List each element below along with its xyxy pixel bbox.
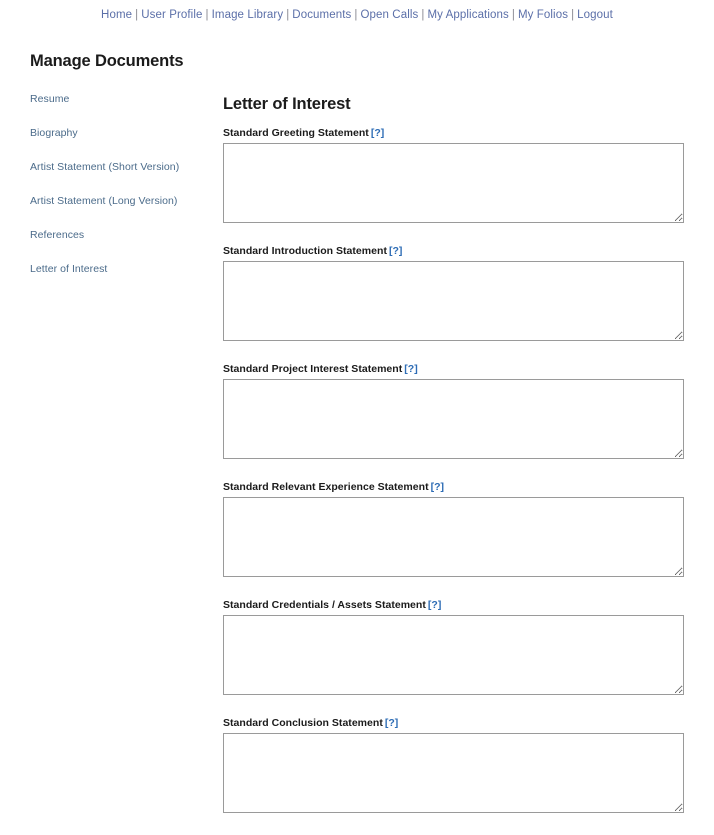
nav-item-my-folios[interactable]: My Folios: [518, 9, 568, 21]
field-introduction-statement: Standard Introduction Statement [?]: [223, 245, 685, 341]
field-project-interest-statement: Standard Project Interest Statement [?]: [223, 363, 685, 459]
field-label: Standard Relevant Experience Statement [?…: [223, 481, 685, 493]
introduction-statement-input[interactable]: [223, 261, 684, 341]
nav-item-documents[interactable]: Documents: [292, 9, 351, 21]
nav-item-image-library[interactable]: Image Library: [212, 9, 284, 21]
field-label: Standard Conclusion Statement [?]: [223, 717, 685, 729]
credentials-assets-statement-input[interactable]: [223, 615, 684, 695]
list-item: Artist Statement (Long Version): [30, 194, 210, 207]
letter-of-interest-form: Letter of Interest Standard Greeting Sta…: [223, 95, 685, 835]
nav-separator: |: [571, 9, 575, 21]
field-label-text: Standard Project Interest Statement: [223, 363, 403, 375]
nav-separator: |: [286, 9, 290, 21]
nav-separator: |: [511, 9, 515, 21]
sidebar-item-artist-statement-long[interactable]: Artist Statement (Long Version): [30, 195, 177, 207]
sidebar-item-resume[interactable]: Resume: [30, 93, 69, 105]
sidebar-document-list: Resume Biography Artist Statement (Short…: [30, 92, 210, 275]
greeting-statement-input[interactable]: [223, 143, 684, 223]
sidebar-item-biography[interactable]: Biography: [30, 127, 78, 139]
sidebar-item-references[interactable]: References: [30, 229, 84, 241]
nav-separator: |: [205, 9, 209, 21]
field-conclusion-statement: Standard Conclusion Statement [?]: [223, 717, 685, 813]
field-label: Standard Greeting Statement [?]: [223, 127, 685, 139]
help-icon[interactable]: [?]: [428, 599, 441, 611]
nav-item-home[interactable]: Home: [101, 9, 132, 21]
field-label-text: Standard Introduction Statement: [223, 245, 387, 257]
help-icon[interactable]: [?]: [371, 127, 384, 139]
field-label: Standard Credentials / Assets Statement[…: [223, 599, 685, 611]
sidebar-item-artist-statement-short[interactable]: Artist Statement (Short Version): [30, 161, 179, 173]
list-item: Resume: [30, 92, 210, 105]
help-icon[interactable]: [?]: [389, 245, 402, 257]
nav-item-user-profile[interactable]: User Profile: [141, 9, 202, 21]
field-credentials-assets-statement: Standard Credentials / Assets Statement[…: [223, 599, 685, 695]
sidebar: Manage Documents Resume Biography Artist…: [30, 52, 210, 296]
field-greeting-statement: Standard Greeting Statement [?]: [223, 127, 685, 223]
field-label-text: Standard Relevant Experience Statement: [223, 481, 429, 493]
list-item: Biography: [30, 126, 210, 139]
page-title: Manage Documents: [30, 52, 184, 70]
nav-item-my-applications[interactable]: My Applications: [427, 9, 508, 21]
field-label: Standard Project Interest Statement [?]: [223, 363, 685, 375]
conclusion-statement-input[interactable]: [223, 733, 684, 813]
list-item: References: [30, 228, 210, 241]
field-label-text: Standard Conclusion Statement: [223, 717, 383, 729]
field-relevant-experience-statement: Standard Relevant Experience Statement [?…: [223, 481, 685, 577]
nav-item-logout[interactable]: Logout: [577, 9, 613, 21]
relevant-experience-statement-input[interactable]: [223, 497, 684, 577]
sidebar-item-letter-of-interest[interactable]: Letter of Interest: [30, 263, 107, 275]
help-icon[interactable]: [?]: [385, 717, 398, 729]
field-label: Standard Introduction Statement [?]: [223, 245, 685, 257]
help-icon[interactable]: [?]: [404, 363, 417, 375]
help-icon[interactable]: [?]: [431, 481, 444, 493]
list-item: Letter of Interest: [30, 262, 210, 275]
nav-item-open-calls[interactable]: Open Calls: [360, 9, 418, 21]
field-label-text: Standard Credentials / Assets Statement: [223, 599, 426, 611]
field-label-text: Standard Greeting Statement: [223, 127, 369, 139]
top-navigation: Home | User Profile | Image Library | Document…: [0, 0, 714, 22]
project-interest-statement-input[interactable]: [223, 379, 684, 459]
form-title: Letter of Interest: [223, 95, 351, 113]
nav-separator: |: [135, 9, 139, 21]
list-item: Artist Statement (Short Version): [30, 160, 210, 173]
